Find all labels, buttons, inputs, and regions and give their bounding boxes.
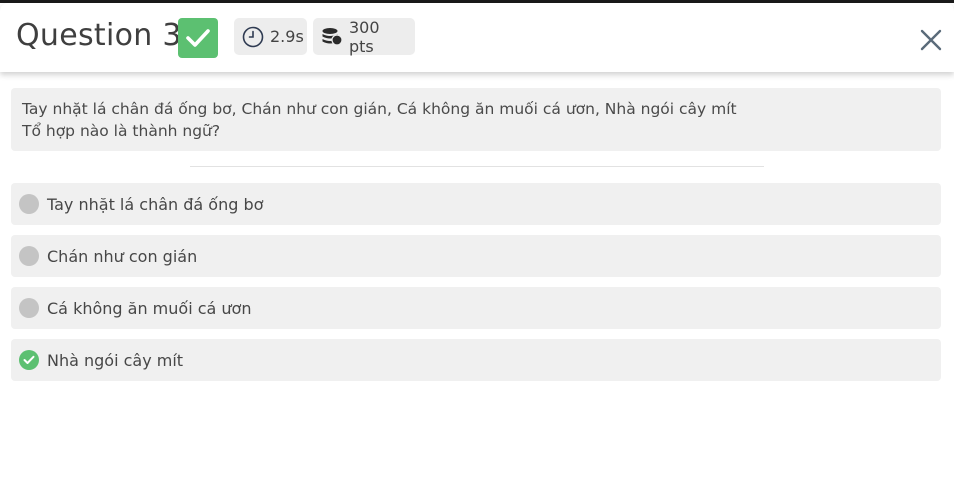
answer-label: Cá không ăn muối cá ươn [47, 298, 252, 318]
answer-option[interactable]: Tay nhặt lá chân đá ống bơ [11, 183, 941, 225]
answer-option[interactable]: Cá không ăn muối cá ươn [11, 287, 941, 329]
divider [190, 166, 764, 167]
coins-icon [321, 27, 343, 47]
answer-label: Chán như con gián [47, 246, 198, 266]
check-icon [186, 29, 210, 47]
answer-option[interactable]: Chán như con gián [11, 235, 941, 277]
answer-label: Tay nhặt lá chân đá ống bơ [47, 194, 264, 214]
close-icon [920, 29, 942, 51]
answer-label: Nhà ngói cây mít [47, 350, 184, 370]
question-title: Question 3 [16, 18, 182, 53]
question-statement: Tay nhặt lá chân đá ống bơ, Chán như con… [22, 100, 737, 118]
question-header: Question 3 2.9s 300 pts [0, 3, 954, 72]
correct-badge [178, 18, 218, 58]
time-value: 2.9s [270, 27, 304, 46]
radio-indicator [19, 246, 39, 266]
points-chip: 300 pts [313, 17, 415, 56]
close-button[interactable] [916, 25, 946, 55]
answer-option-correct[interactable]: Nhà ngói cây mít [11, 339, 941, 381]
radio-indicator [19, 298, 39, 318]
points-value: 300 pts [349, 17, 380, 56]
radio-indicator [19, 194, 39, 214]
time-chip: 2.9s [234, 18, 307, 55]
question-text: Tay nhặt lá chân đá ống bơ, Chán như con… [11, 88, 941, 151]
check-circle-icon [19, 350, 39, 370]
clock-icon [242, 26, 264, 48]
question-prompt: Tổ hợp nào là thành ngữ? [22, 122, 221, 140]
